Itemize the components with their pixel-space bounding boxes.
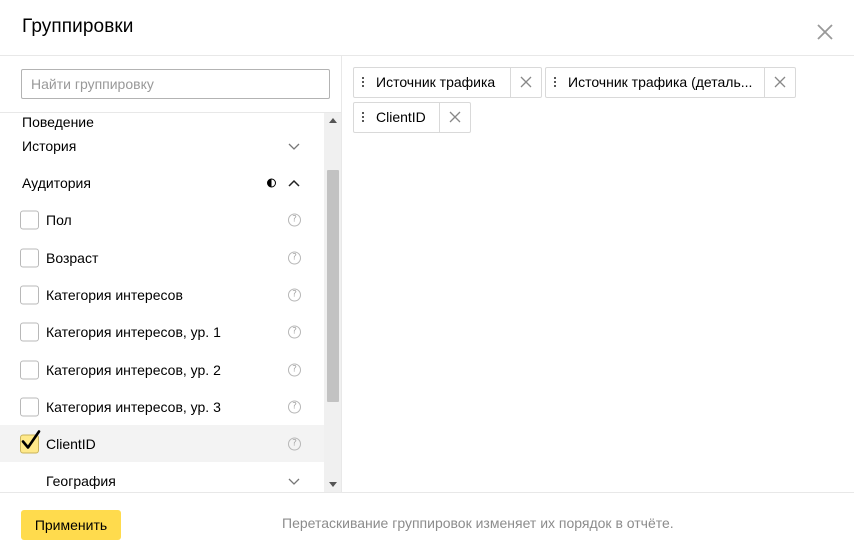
scrollbar[interactable]: [324, 113, 341, 492]
chip-label: Источник трафика: [376, 74, 496, 90]
remove-chip-button[interactable]: [510, 68, 541, 97]
checkbox[interactable]: [20, 322, 39, 341]
help-icon[interactable]: ?: [288, 325, 301, 338]
section-label: География: [46, 472, 116, 489]
close-icon[interactable]: [814, 21, 836, 43]
reorder-hint: Перетаскивание группировок изменяет их п…: [282, 515, 674, 531]
list-item-behavior[interactable]: Поведение: [0, 113, 324, 130]
groupings-catalog-panel: Поведение История Аудитория Пол ? Возрас…: [0, 56, 342, 492]
item-label: Пол: [46, 211, 72, 228]
checkbox[interactable]: [20, 210, 39, 229]
help-icon[interactable]: ?: [288, 363, 301, 376]
scroll-up-arrow-icon[interactable]: [329, 118, 337, 123]
grouping-chip-clientid[interactable]: ClientID: [353, 102, 471, 133]
section-label: Аудитория: [22, 174, 91, 191]
checkbox[interactable]: [20, 397, 39, 416]
help-icon[interactable]: ?: [288, 213, 301, 226]
selected-groupings-panel: Источник трафика Источник трафика (детал…: [342, 56, 854, 492]
dialog-footer: Применить Перетаскивание группировок изм…: [0, 492, 854, 554]
close-icon: [520, 76, 532, 88]
item-label: Категория интересов: [46, 286, 183, 303]
list-item-age[interactable]: Возраст ?: [0, 239, 324, 276]
dialog-title: Группировки: [22, 16, 134, 37]
section-history[interactable]: История: [0, 127, 324, 164]
list-item-clientid[interactable]: ClientID ?: [0, 425, 324, 462]
checkbox[interactable]: [20, 248, 39, 267]
chevron-down-icon: [288, 478, 300, 485]
list-item-interest-category-lvl3[interactable]: Категория интересов, ур. 3 ?: [0, 388, 324, 425]
drag-handle-icon[interactable]: [354, 68, 368, 97]
checkmark-icon: [21, 429, 41, 449]
list-item-interest-category-lvl1[interactable]: Категория интересов, ур. 1 ?: [0, 313, 324, 350]
item-label: Категория интересов, ур. 1: [46, 323, 221, 340]
section-geography[interactable]: География: [0, 462, 324, 492]
chevron-up-icon: [288, 179, 300, 187]
groupings-list: Поведение История Аудитория Пол ? Возрас…: [0, 113, 324, 492]
section-audience[interactable]: Аудитория: [0, 164, 324, 201]
help-icon[interactable]: ?: [288, 251, 301, 264]
checkbox-checked[interactable]: [20, 429, 41, 453]
grouping-chip-traffic-source-detailed[interactable]: Источник трафика (деталь...: [545, 67, 796, 98]
item-label: ClientID: [46, 435, 96, 452]
close-icon: [774, 76, 786, 88]
checkbox[interactable]: [20, 285, 39, 304]
drag-handle-icon[interactable]: [354, 103, 368, 132]
dialog-header: Группировки: [0, 0, 854, 56]
help-icon[interactable]: ?: [288, 288, 301, 301]
item-label: Категория интересов, ур. 2: [46, 361, 221, 378]
section-label: История: [22, 137, 77, 154]
apply-button[interactable]: Применить: [21, 510, 121, 540]
list-item-gender[interactable]: Пол ?: [0, 201, 324, 238]
item-label: Возраст: [46, 249, 99, 266]
half-circle-icon: [267, 178, 276, 187]
help-icon[interactable]: ?: [288, 437, 301, 450]
chevron-down-icon: [288, 143, 300, 150]
scrollbar-thumb[interactable]: [327, 170, 339, 402]
help-icon[interactable]: ?: [288, 400, 301, 413]
close-icon: [449, 111, 461, 123]
scroll-down-arrow-icon[interactable]: [329, 482, 337, 487]
list-item-interest-category-lvl2[interactable]: Категория интересов, ур. 2 ?: [0, 351, 324, 388]
item-label: Категория интересов, ур. 3: [46, 398, 221, 415]
remove-chip-button[interactable]: [764, 68, 795, 97]
chip-label: ClientID: [376, 109, 426, 125]
grouping-chip-traffic-source[interactable]: Источник трафика: [353, 67, 542, 98]
chip-label: Источник трафика (деталь...: [568, 74, 753, 90]
list-item-interest-category[interactable]: Категория интересов ?: [0, 276, 324, 313]
search-input[interactable]: [21, 69, 330, 99]
remove-chip-button[interactable]: [439, 103, 470, 132]
checkbox[interactable]: [20, 360, 39, 379]
drag-handle-icon[interactable]: [546, 68, 560, 97]
